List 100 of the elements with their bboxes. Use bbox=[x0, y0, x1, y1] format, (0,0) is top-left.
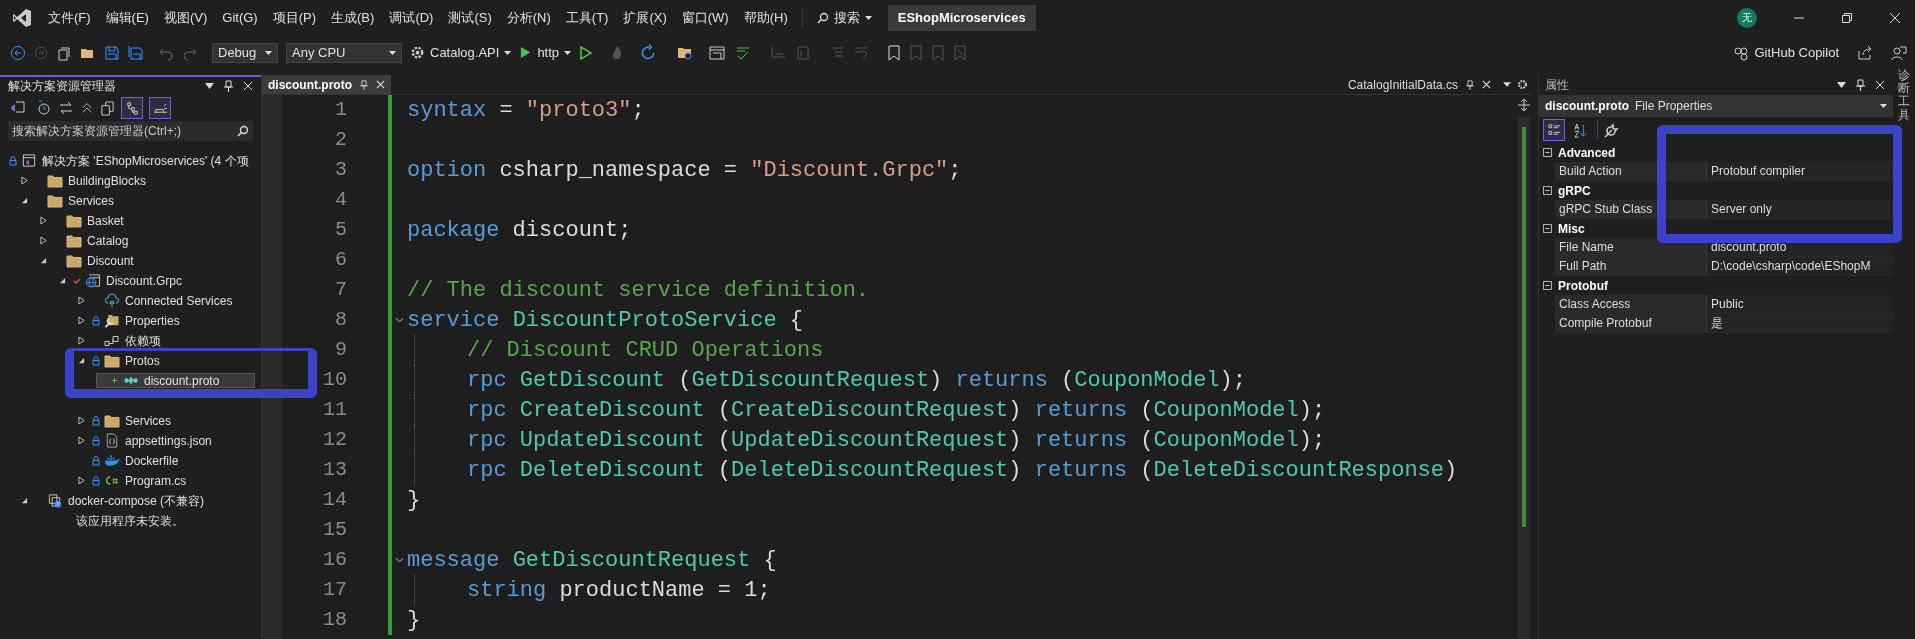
run-button[interactable]: http bbox=[519, 42, 572, 63]
close-icon[interactable] bbox=[1889, 11, 1901, 24]
document-tab[interactable]: CatalogInitialData.cs bbox=[1341, 75, 1497, 94]
share-icon[interactable] bbox=[1857, 44, 1873, 61]
collapsed-arrow-icon[interactable] bbox=[78, 296, 85, 305]
collapsed-arrow-icon[interactable] bbox=[40, 236, 47, 245]
tree-item[interactable]: Discount bbox=[39, 253, 139, 268]
tree-item[interactable]: Discount.Grpc bbox=[58, 273, 188, 288]
expanded-arrow-icon[interactable] bbox=[40, 257, 47, 264]
tree-item[interactable]: discount.proto bbox=[96, 373, 255, 388]
pin-icon[interactable] bbox=[224, 80, 233, 92]
close-icon[interactable] bbox=[243, 81, 253, 91]
settings-icon[interactable] bbox=[1517, 79, 1528, 90]
menu-item[interactable]: 调试(D) bbox=[383, 5, 440, 30]
tree-item[interactable]: Connected Services bbox=[77, 293, 238, 308]
scrollbar[interactable] bbox=[1518, 117, 1530, 639]
expanded-arrow-icon[interactable] bbox=[21, 197, 28, 204]
categorized-view-button[interactable] bbox=[1543, 119, 1565, 141]
collapse-all-icon[interactable] bbox=[80, 101, 94, 115]
close-icon[interactable] bbox=[376, 80, 385, 89]
tree-item[interactable]: Properties bbox=[77, 313, 185, 328]
tree-item[interactable]: 解决方案 'EShopMicroservices' (4 个项 bbox=[8, 153, 254, 168]
tree-item[interactable]: Catalog bbox=[39, 233, 134, 248]
expanded-arrow-icon[interactable] bbox=[21, 497, 28, 504]
menu-item[interactable]: 工具(T) bbox=[559, 5, 615, 30]
collapse-icon[interactable] bbox=[1543, 186, 1552, 195]
preview-toggle[interactable] bbox=[149, 97, 171, 119]
dropdown-icon[interactable] bbox=[1503, 82, 1511, 87]
vs-home-icon[interactable] bbox=[10, 100, 26, 116]
new-item-icon[interactable] bbox=[56, 44, 72, 61]
collapsed-arrow-icon[interactable] bbox=[40, 216, 47, 225]
menu-item[interactable]: 项目(P) bbox=[266, 5, 323, 30]
tree-item[interactable]: 依赖项 bbox=[77, 333, 166, 348]
property-value[interactable]: Public bbox=[1707, 295, 1893, 313]
window-layout-icon[interactable] bbox=[709, 44, 728, 61]
menu-item[interactable]: 分析(N) bbox=[500, 5, 557, 30]
pin-icon[interactable] bbox=[360, 79, 368, 90]
expanded-arrow-icon[interactable] bbox=[59, 277, 66, 284]
split-icon[interactable] bbox=[1518, 99, 1530, 111]
collapsed-arrow-icon[interactable] bbox=[21, 176, 28, 185]
show-files-icon[interactable] bbox=[100, 100, 115, 116]
configuration-dropdown[interactable]: Any CPU bbox=[286, 42, 402, 63]
tree-item[interactable]: appsettings.json bbox=[77, 433, 217, 448]
menu-item[interactable]: Git(G) bbox=[216, 5, 264, 30]
tree-item[interactable]: BuildingBlocks bbox=[20, 173, 152, 188]
wrench-icon[interactable] bbox=[1604, 122, 1620, 138]
collapse-icon[interactable] bbox=[1543, 281, 1552, 290]
collapse-icon[interactable] bbox=[1543, 224, 1552, 233]
tree-item[interactable]: Protos bbox=[77, 353, 165, 368]
dropdown-icon[interactable] bbox=[205, 83, 214, 89]
track-active-toggle[interactable] bbox=[121, 97, 143, 119]
dropdown-icon[interactable] bbox=[1837, 82, 1846, 88]
menu-item[interactable]: 测试(S) bbox=[442, 5, 498, 30]
collapsed-arrow-icon[interactable] bbox=[78, 336, 85, 345]
search-button[interactable]: 搜索 bbox=[810, 5, 878, 30]
menu-item[interactable]: 视图(V) bbox=[157, 5, 214, 30]
object-selector[interactable]: discount.proto File Properties bbox=[1539, 95, 1893, 117]
menu-item[interactable]: 生成(B) bbox=[325, 5, 381, 30]
run-outline-icon[interactable] bbox=[579, 45, 594, 60]
collapsed-arrow-icon[interactable] bbox=[78, 476, 85, 485]
spellcheck-icon[interactable] bbox=[735, 44, 752, 61]
tree-item[interactable]: Dockerfile bbox=[77, 453, 184, 468]
property-value[interactable]: Server only bbox=[1707, 200, 1893, 218]
menu-item[interactable]: 编辑(E) bbox=[99, 5, 155, 30]
property-value[interactable]: Protobuf compiler bbox=[1707, 162, 1893, 180]
collapsed-arrow-icon[interactable] bbox=[78, 416, 85, 425]
search-field[interactable]: 搜索解决方案资源管理器(Ctrl+;) bbox=[8, 121, 253, 141]
save-all-icon[interactable] bbox=[128, 44, 144, 61]
startup-project-button[interactable]: Catalog.API bbox=[410, 42, 512, 63]
feedback-icon[interactable] bbox=[1891, 44, 1907, 61]
property-value[interactable]: 是 bbox=[1707, 314, 1893, 332]
property-value[interactable]: D:\code\csharp\code\EShopM bbox=[1707, 257, 1893, 275]
collapsed-arrow-icon[interactable] bbox=[78, 436, 85, 445]
restore-icon[interactable] bbox=[1841, 11, 1853, 24]
side-tab[interactable]: 诊断工具 bbox=[1898, 69, 1910, 639]
menu-item[interactable]: 文件(F) bbox=[42, 5, 97, 30]
copilot-button[interactable]: GitHub Copilot bbox=[1733, 42, 1839, 63]
bookmark-icon[interactable] bbox=[887, 44, 902, 61]
sync-arrows-icon[interactable] bbox=[58, 100, 74, 116]
close-icon[interactable] bbox=[1482, 80, 1491, 89]
document-tab[interactable]: discount.proto bbox=[262, 75, 391, 94]
account-avatar[interactable]: 无 bbox=[1737, 7, 1757, 28]
close-icon[interactable] bbox=[1875, 80, 1885, 90]
expanded-arrow-icon[interactable] bbox=[78, 357, 85, 364]
menu-item[interactable]: 帮助(H) bbox=[737, 5, 794, 30]
pin-icon[interactable] bbox=[1856, 79, 1865, 91]
collapse-icon[interactable] bbox=[1543, 148, 1552, 157]
menu-item[interactable]: 扩展(X) bbox=[617, 5, 673, 30]
configuration-dropdown[interactable]: Debug bbox=[212, 42, 278, 63]
tree-item[interactable]: Services bbox=[20, 193, 119, 208]
back-icon[interactable] bbox=[10, 44, 26, 61]
tree-item[interactable]: Program.cs bbox=[77, 473, 192, 488]
menu-item[interactable]: 窗口(W) bbox=[675, 5, 735, 30]
pin-icon[interactable] bbox=[1466, 79, 1474, 90]
save-icon[interactable] bbox=[104, 44, 120, 61]
tree-item[interactable]: Basket bbox=[39, 213, 129, 228]
history-icon[interactable] bbox=[36, 100, 52, 116]
tree-item[interactable]: docker-compose (不兼容) bbox=[20, 493, 210, 508]
tree-item[interactable]: Services bbox=[77, 413, 176, 428]
collapsed-arrow-icon[interactable] bbox=[78, 316, 85, 325]
